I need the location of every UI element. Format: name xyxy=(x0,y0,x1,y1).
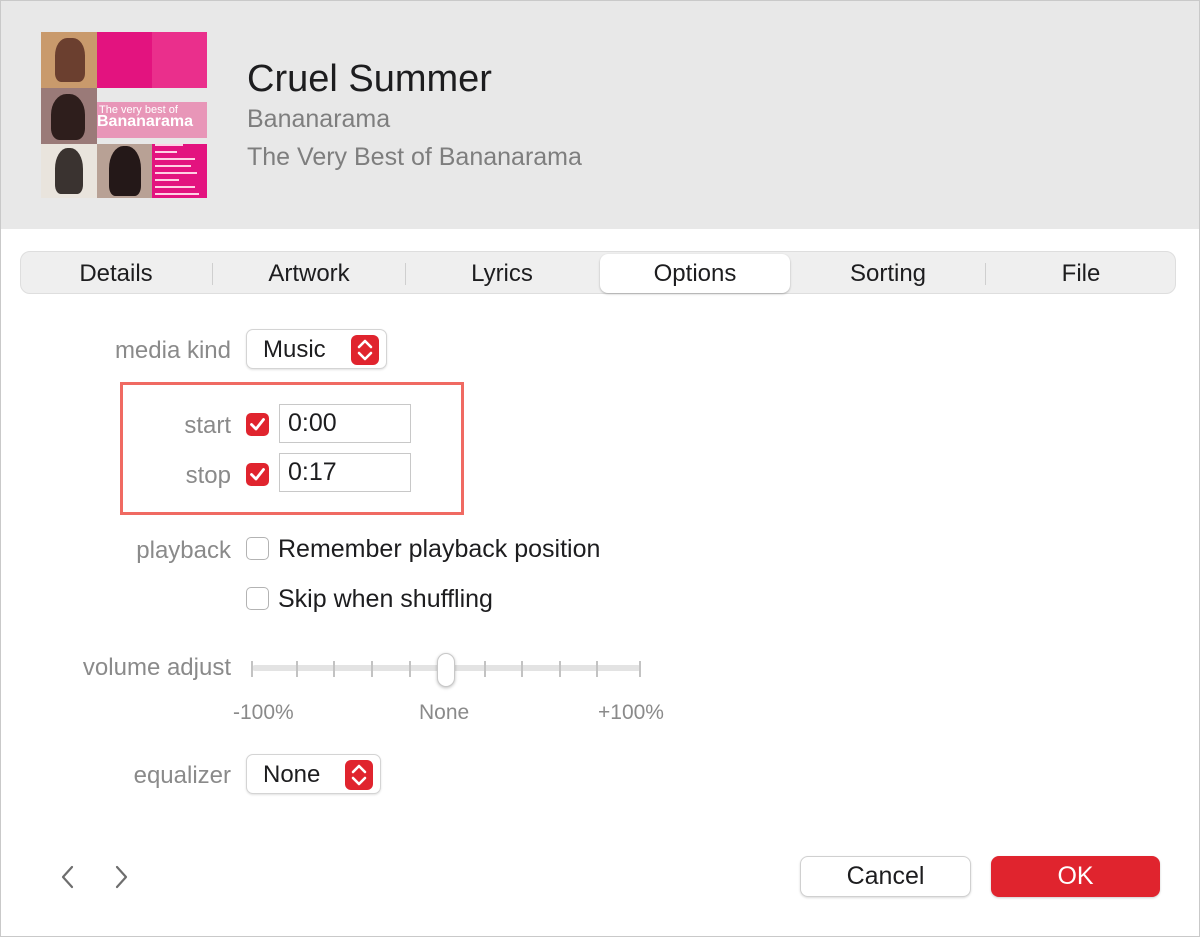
tab-bar: Details Artwork Lyrics Options Sorting F… xyxy=(20,251,1176,294)
slider-tick xyxy=(521,661,523,677)
media-kind-popup[interactable]: Music xyxy=(246,329,387,369)
volume-mid-label: None xyxy=(419,701,470,724)
up-down-chevron-icon xyxy=(351,335,379,365)
ok-button[interactable]: OK xyxy=(991,856,1160,897)
slider-tick xyxy=(596,661,598,677)
volume-max-label: +100% xyxy=(598,701,664,724)
media-kind-value: Music xyxy=(263,336,326,363)
next-chevron-icon[interactable] xyxy=(111,863,131,891)
artwork-line2: Bananarama xyxy=(97,113,194,130)
song-title: Cruel Summer xyxy=(247,58,492,100)
skip-shuffling-label[interactable]: Skip when shuffling xyxy=(278,585,493,614)
slider-tick xyxy=(559,661,561,677)
song-info-window: The very best of Bananarama Cruel Summer… xyxy=(0,0,1200,937)
slider-tick xyxy=(251,661,253,677)
playback-label: playback xyxy=(136,537,231,564)
tab-artwork[interactable]: Artwork xyxy=(214,254,404,293)
song-artist: Bananarama xyxy=(247,105,391,133)
volume-adjust-label: volume adjust xyxy=(82,654,231,681)
previous-chevron-icon[interactable] xyxy=(58,863,78,891)
volume-slider-knob[interactable] xyxy=(437,653,455,687)
start-time-input[interactable]: 0:00 xyxy=(279,404,411,443)
checkmark-icon xyxy=(250,418,265,431)
equalizer-popup[interactable]: None xyxy=(246,754,381,794)
start-stop-highlight xyxy=(120,382,464,515)
remember-position-label[interactable]: Remember playback position xyxy=(278,535,600,564)
slider-tick xyxy=(371,661,373,677)
slider-tick xyxy=(333,661,335,677)
slider-tick xyxy=(296,661,298,677)
tab-options[interactable]: Options xyxy=(600,254,790,293)
tab-details[interactable]: Details xyxy=(21,254,211,293)
slider-tick xyxy=(639,661,641,677)
song-album: The Very Best of Bananarama xyxy=(247,143,582,171)
slider-tick xyxy=(409,661,411,677)
tab-separator xyxy=(405,263,406,285)
slider-tick xyxy=(484,661,486,677)
stop-checkbox[interactable] xyxy=(246,463,269,486)
cancel-button[interactable]: Cancel xyxy=(800,856,971,897)
tab-lyrics[interactable]: Lyrics xyxy=(407,254,597,293)
song-header: The very best of Bananarama Cruel Summer… xyxy=(1,1,1199,229)
tab-separator xyxy=(212,263,213,285)
stop-label: stop xyxy=(185,462,231,489)
volume-min-label: -100% xyxy=(233,701,294,724)
artwork-tracklist xyxy=(155,144,205,198)
tab-sorting[interactable]: Sorting xyxy=(793,254,983,293)
remember-position-checkbox[interactable] xyxy=(246,537,269,560)
skip-shuffling-checkbox[interactable] xyxy=(246,587,269,610)
equalizer-value: None xyxy=(263,761,321,788)
album-artwork: The very best of Bananarama xyxy=(41,32,207,198)
tab-file[interactable]: File xyxy=(986,254,1176,293)
start-checkbox[interactable] xyxy=(246,413,269,436)
media-kind-label: media kind xyxy=(114,337,231,364)
checkmark-icon xyxy=(250,468,265,481)
start-label: start xyxy=(184,412,231,439)
stop-time-input[interactable]: 0:17 xyxy=(279,453,411,492)
up-down-chevron-icon xyxy=(345,760,373,790)
equalizer-label: equalizer xyxy=(133,762,231,789)
